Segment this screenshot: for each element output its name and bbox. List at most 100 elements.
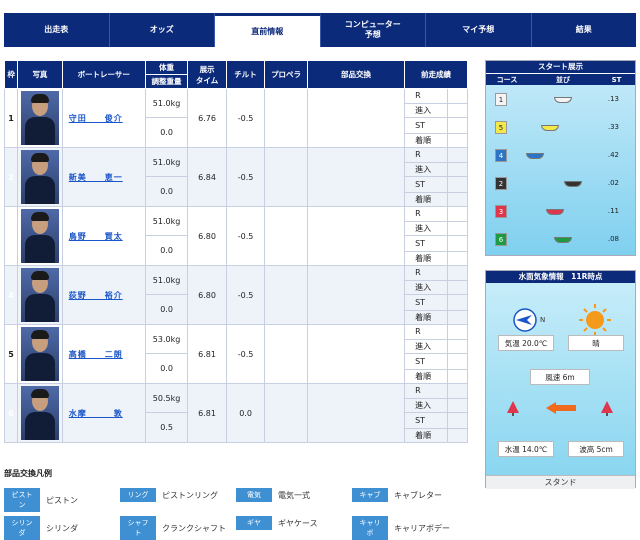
frame-number: 2 [3, 147, 19, 207]
start-row: 1 .13 [486, 85, 635, 113]
avatar [20, 209, 59, 263]
prev-result-label: R [404, 206, 448, 222]
parts-value [306, 324, 406, 384]
prev-result-label: R [404, 383, 448, 399]
header-weight: 体重 [144, 60, 189, 75]
prev-result-label: 進入 [404, 397, 448, 413]
adjust-weight-value: 0.0 [144, 176, 189, 207]
prev-result-value [446, 294, 469, 311]
start-panel-title: スタート展示 [486, 61, 635, 73]
avatar [20, 150, 59, 204]
tab-my-prediction[interactable]: マイ予想 [426, 13, 532, 47]
prev-result-value [446, 206, 469, 222]
legend-text: ピストンリング [162, 490, 218, 500]
legend-title: 部品交換凡例 [4, 469, 52, 478]
start-timing: .02 [607, 179, 619, 187]
racer-name-link[interactable]: 新美 恵一 [61, 147, 146, 207]
course-number: 1 [495, 92, 507, 106]
adjust-weight-value: 0.0 [144, 235, 189, 266]
racer-photo [17, 88, 63, 148]
prev-result-value [446, 161, 469, 177]
tab-computer-prediction[interactable]: コンピューター 予想 [321, 13, 426, 47]
tilt-value: -0.5 [225, 206, 266, 266]
weight-value: 50.5kg [144, 383, 189, 413]
exhibit-time: 6.80 [187, 206, 227, 266]
header-tilt: チルト [225, 60, 266, 89]
tab-odds[interactable]: オッズ [110, 13, 215, 47]
adjust-weight-value: 0.5 [144, 412, 189, 443]
racer-table-body: 1 守田 俊介 51.0kg 6.76 -0.5 R 進入 0.0 ST 着順 2 新美 恵一 51.0… [3, 88, 469, 443]
prev-result-label: 着順 [404, 368, 448, 384]
racer-name-link[interactable]: 高橋 二朗 [61, 324, 146, 384]
prev-result-label: R [404, 324, 448, 340]
prev-result-label: R [404, 88, 448, 104]
prev-result-value [446, 147, 469, 163]
racer-name-link[interactable]: 守田 俊介 [61, 88, 146, 148]
racer-photo [17, 265, 63, 325]
legend-tag: ピストン [4, 488, 40, 512]
prev-result-value [446, 368, 469, 384]
prev-result-value [446, 309, 469, 325]
tab-label: オッズ [149, 25, 174, 34]
legend-text: ピストン [46, 495, 78, 505]
racer-photo [17, 206, 63, 266]
start-panel-body: 1 .13 5 .33 4 .42 2 .02 3 .11 6 .08 [486, 85, 635, 255]
boat-icon [546, 209, 564, 215]
legend-text: クランクシャフト [162, 523, 226, 533]
weight-value: 53.0kg [144, 324, 189, 354]
prev-result-label: 着順 [404, 191, 448, 207]
start-panel-header: コース 並び ST [486, 73, 635, 85]
tab-label-line1: コンピューター [344, 20, 401, 29]
course-number: 3 [495, 204, 507, 218]
parts-value [306, 147, 406, 207]
prev-result-label: ST [404, 117, 448, 134]
legend-tag: 電気 [236, 488, 272, 502]
prev-result-value [446, 250, 469, 266]
racer-name-link[interactable]: 荻野 裕介 [61, 265, 146, 325]
prev-result-value [446, 265, 469, 281]
tilt-value: -0.5 [225, 88, 266, 148]
weight-value: 51.0kg [144, 265, 189, 295]
prev-result-value [446, 427, 469, 443]
tab-label-line2: 予想 [364, 30, 381, 39]
avatar [20, 386, 59, 440]
prev-result-label: 着順 [404, 250, 448, 266]
frame-number: 6 [3, 383, 19, 443]
exhibit-time: 6.81 [187, 324, 227, 384]
start-timing: .11 [607, 207, 619, 215]
prev-result-label: 着順 [404, 309, 448, 325]
prev-result-label: ST [404, 294, 448, 311]
adjust-weight-value: 0.0 [144, 353, 189, 384]
start-timing: .33 [607, 123, 619, 131]
table-row: 5 高橋 二朗 53.0kg 6.81 -0.5 R [3, 324, 469, 384]
prev-result-value [446, 338, 469, 354]
tab-results[interactable]: 結果 [532, 13, 637, 47]
frame-number: 5 [3, 324, 19, 384]
exhibit-time: 6.80 [187, 265, 227, 325]
racer-photo [17, 383, 63, 443]
header-propeller: プロペラ [264, 60, 308, 89]
tab-pre-info[interactable]: 直前情報 [215, 13, 321, 47]
buoy-left-icon [507, 401, 519, 416]
legend-item: シリンダ シリンダ [4, 516, 78, 540]
parts-value [306, 265, 406, 325]
tab-entry[interactable]: 出走表 [4, 13, 110, 47]
legend-text: 電気一式 [278, 490, 310, 500]
weight-value: 51.0kg [144, 206, 189, 236]
boat-icon [554, 97, 572, 103]
racer-name-link[interactable]: 鳥野 賢太 [61, 206, 146, 266]
racer-name-link[interactable]: 水摩 敦 [61, 383, 146, 443]
wave-height-box: 波高 5cm [568, 441, 624, 457]
legend-tag: キャリボ [352, 516, 388, 540]
frame-number: 3 [3, 206, 19, 266]
weather-panel-title: 水面気象情報 11R時点 [486, 271, 635, 283]
legend-item: 電気 電気一式 [236, 488, 310, 502]
boat-icon [564, 181, 582, 187]
header-adjust: 調整重量 [144, 74, 189, 89]
prev-result-label: ST [404, 176, 448, 193]
start-row: 6 .08 [486, 225, 635, 253]
legend-text: シリンダ [46, 523, 78, 533]
prev-result-value [446, 88, 469, 104]
legend-item: キャリボ キャリアボデー [352, 516, 450, 540]
race-tabs: 出走表 オッズ 直前情報 コンピューター 予想 マイ予想 結果 [4, 13, 636, 47]
